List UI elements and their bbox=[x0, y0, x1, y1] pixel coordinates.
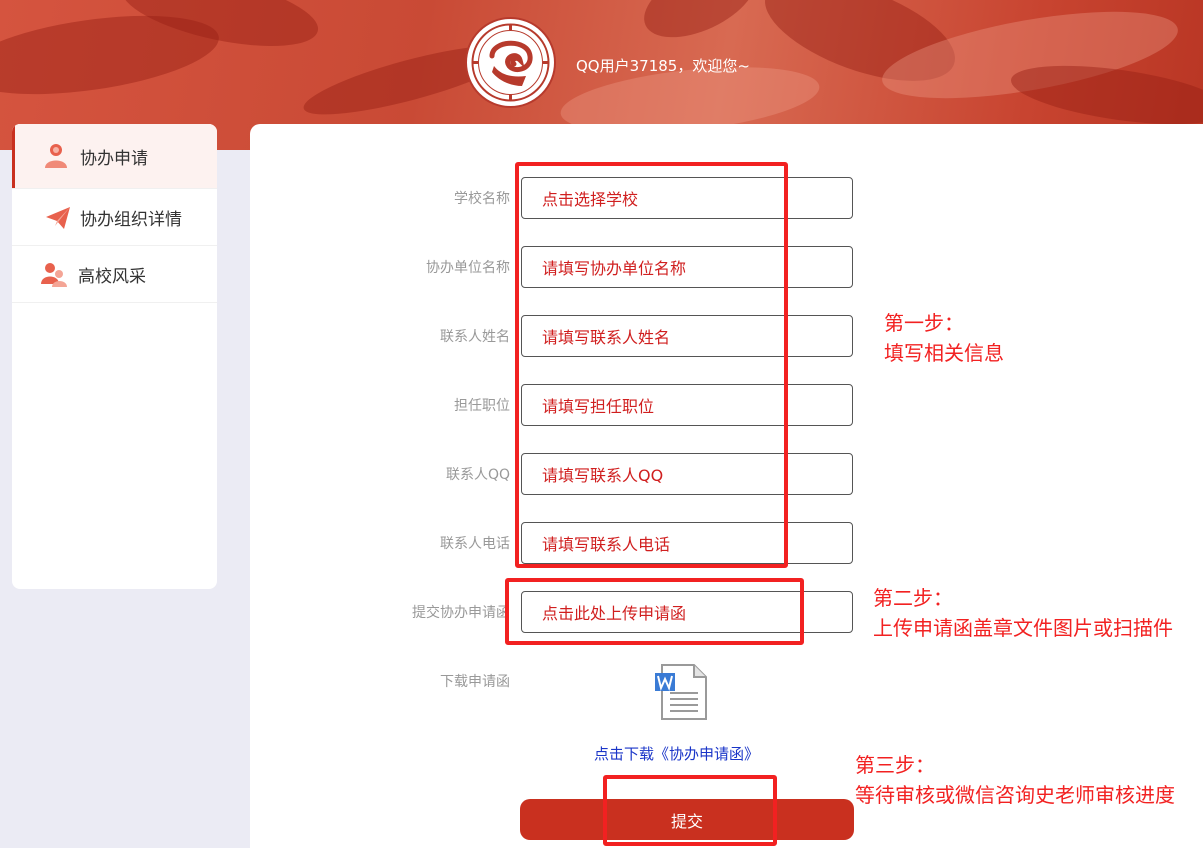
paper-plane-icon bbox=[44, 204, 72, 232]
annotation-box-step1 bbox=[515, 162, 788, 568]
annotation-step1-title: 第一步： bbox=[884, 311, 964, 335]
label-upload-letter: 提交协办申请函 bbox=[412, 605, 510, 621]
annotation-step2-title: 第二步： bbox=[873, 586, 953, 610]
label-school: 学校名称 bbox=[454, 191, 510, 207]
annotation-box-step2 bbox=[505, 578, 804, 645]
word-document-icon[interactable] bbox=[654, 663, 710, 723]
welcome-text: QQ用户37185，欢迎您~ bbox=[576, 57, 750, 75]
label-contact-name: 联系人姓名 bbox=[440, 329, 510, 345]
annotation-step3: 第三步： 等待审核或微信咨询史老师审核进度 bbox=[855, 750, 1175, 810]
person-icon bbox=[42, 142, 70, 170]
sidebar-item-label: 高校风采 bbox=[78, 266, 146, 287]
annotation-box-step3 bbox=[603, 775, 777, 846]
sidebar-item-organization[interactable]: 协办组织详情 bbox=[12, 189, 217, 246]
download-letter-link[interactable]: 点击下载《协办申请函》 bbox=[594, 743, 759, 764]
site-logo bbox=[467, 19, 554, 106]
annotation-step1-text: 填写相关信息 bbox=[884, 341, 1004, 365]
annotation-step3-title: 第三步： bbox=[855, 753, 935, 777]
sidebar-item-label: 协办组织详情 bbox=[80, 209, 182, 230]
annotation-step2-text: 上传申请函盖章文件图片或扫描件 bbox=[873, 616, 1173, 640]
label-download-letter: 下载申请函 bbox=[440, 674, 510, 690]
people-icon bbox=[40, 260, 68, 288]
sidebar-item-campus[interactable]: 高校风采 bbox=[12, 246, 217, 303]
sidebar-item-application[interactable]: 协办申请 bbox=[12, 124, 217, 189]
label-position: 担任职位 bbox=[454, 398, 510, 414]
annotation-step2: 第二步： 上传申请函盖章文件图片或扫描件 bbox=[873, 583, 1173, 643]
label-organization: 协办单位名称 bbox=[426, 260, 510, 276]
annotation-step1: 第一步： 填写相关信息 bbox=[884, 308, 1004, 368]
label-contact-qq: 联系人QQ bbox=[445, 467, 510, 483]
sidebar: 协办申请 协办组织详情 高校风采 bbox=[12, 124, 217, 589]
label-contact-phone: 联系人电话 bbox=[440, 536, 510, 552]
annotation-step3-text: 等待审核或微信咨询史老师审核进度 bbox=[855, 783, 1175, 807]
sidebar-item-label: 协办申请 bbox=[80, 148, 148, 169]
